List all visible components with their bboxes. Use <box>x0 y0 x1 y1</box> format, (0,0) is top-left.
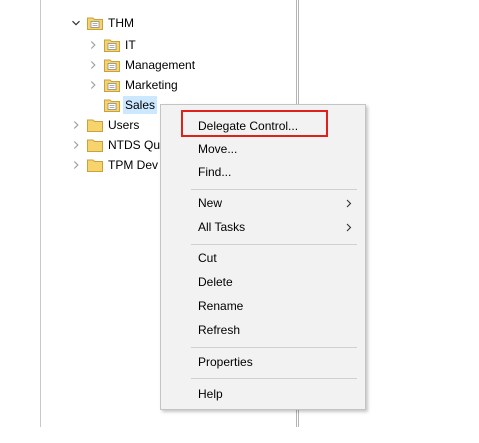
tree-node-ntds-quotas[interactable]: NTDS Qu <box>70 136 160 154</box>
tree-node-users[interactable]: Users <box>70 116 139 134</box>
ou-folder-icon <box>104 59 120 72</box>
menu-item-new[interactable]: New <box>161 192 365 214</box>
chevron-right-icon <box>345 216 353 238</box>
chevron-right-icon[interactable] <box>70 116 82 134</box>
menu-item-label: Rename <box>198 299 244 313</box>
folder-icon <box>87 139 103 152</box>
menu-item-rename[interactable]: Rename <box>161 295 365 317</box>
tree-node-thm[interactable]: THM <box>70 14 134 32</box>
menu-item-delegate-control[interactable]: Delegate Control... <box>161 115 365 137</box>
tree-node-label: THM <box>108 16 134 30</box>
menu-item-label: Help <box>198 387 223 401</box>
folder-icon <box>87 119 103 132</box>
chevron-down-icon[interactable] <box>70 14 82 32</box>
ou-folder-icon <box>87 17 103 30</box>
context-menu: Delegate Control... Move... Find... New … <box>160 104 366 410</box>
menu-item-cut[interactable]: Cut <box>161 247 365 269</box>
menu-item-label: Find... <box>198 165 232 179</box>
menu-separator <box>191 189 357 190</box>
menu-item-delete[interactable]: Delete <box>161 271 365 293</box>
menu-item-label: Refresh <box>198 323 241 337</box>
menu-item-properties[interactable]: Properties <box>161 351 365 373</box>
menu-separator <box>191 378 357 379</box>
ou-folder-icon <box>104 99 120 112</box>
tree-node-tpm-devices[interactable]: TPM Dev <box>70 156 158 174</box>
tree-node-label: Marketing <box>125 78 178 92</box>
tree-node-label: Users <box>108 118 140 132</box>
menu-item-label: Properties <box>198 355 253 369</box>
tree-node-marketing[interactable]: Marketing <box>87 76 178 94</box>
tree-node-sales[interactable]: Sales <box>104 96 158 114</box>
menu-item-label: Delegate Control... <box>198 119 299 133</box>
tree-node-label: TPM Dev <box>108 158 159 172</box>
tree-node-label: Management <box>125 58 196 72</box>
menu-item-label: All Tasks <box>198 220 246 234</box>
chevron-right-icon[interactable] <box>70 136 82 154</box>
menu-item-refresh[interactable]: Refresh <box>161 319 365 341</box>
menu-item-all-tasks[interactable]: All Tasks <box>161 216 365 238</box>
chevron-right-icon[interactable] <box>87 56 99 74</box>
menu-item-label: Move... <box>198 142 238 156</box>
menu-separator <box>191 347 357 348</box>
menu-item-help[interactable]: Help <box>161 383 365 405</box>
menu-item-find[interactable]: Find... <box>161 161 365 183</box>
tree-node-label: IT <box>125 38 136 52</box>
chevron-right-icon[interactable] <box>87 36 99 54</box>
menu-item-label: Cut <box>198 251 217 265</box>
tree-node-it[interactable]: IT <box>87 36 136 54</box>
menu-separator <box>191 244 357 245</box>
chevron-right-icon[interactable] <box>70 156 82 174</box>
folder-icon <box>87 159 103 172</box>
ou-folder-icon <box>104 39 120 52</box>
ou-folder-icon <box>104 79 120 92</box>
menu-item-label: Delete <box>198 275 233 289</box>
chevron-right-icon[interactable] <box>87 76 99 94</box>
tree-node-label: NTDS Qu <box>108 138 161 152</box>
menu-item-label: New <box>198 196 223 210</box>
tree-node-label: Sales <box>123 96 158 114</box>
tree-node-management[interactable]: Management <box>87 56 195 74</box>
menu-item-move[interactable]: Move... <box>161 138 365 160</box>
chevron-right-icon <box>345 192 353 214</box>
